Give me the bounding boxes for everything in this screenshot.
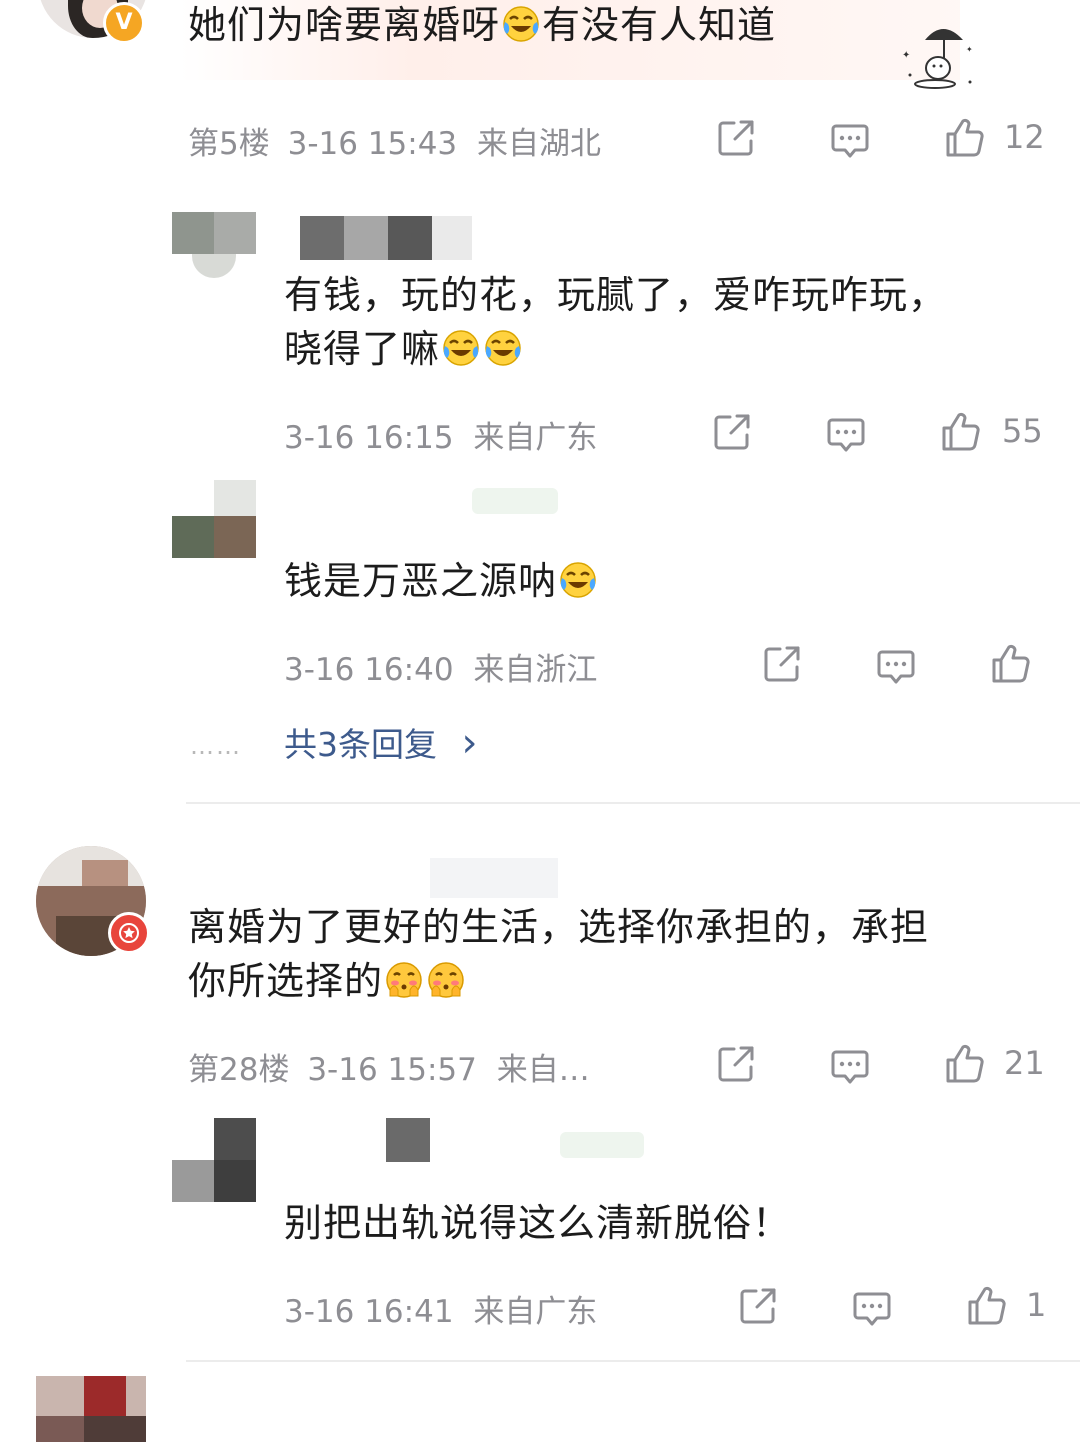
thumbs-up-icon[interactable] [964,1284,1008,1328]
comment-icon[interactable] [828,1044,872,1088]
member-badge [108,912,150,954]
reply-text: 钱是万恶之源呐 [284,554,599,608]
timestamp: 3-16 15:57 [307,1052,477,1088]
svg-text:✦: ✦ [966,45,973,54]
share-icon[interactable] [710,410,754,454]
like-count: 55 [1002,412,1043,450]
thumbs-up-icon[interactable] [942,116,986,160]
thumbs-up-icon[interactable] [988,642,1032,686]
umbrella-doodle-icon: ✦ ✦ [880,20,980,90]
reply-meta: 3-16 16:41 来自广东 [284,1286,597,1331]
crying-laughing-emoji [558,560,598,600]
comment-meta: 第5楼 3-16 15:43 来自湖北 [188,118,601,163]
like-count: 21 [1004,1044,1045,1082]
commenter-username-blurred [430,858,558,898]
comment-text: 她们为啥要离婚呀 有没有人知道 [188,3,777,47]
crying-laughing-emoji [441,328,481,368]
floor-number: 第28楼 [188,1052,290,1088]
thumbs-up-icon[interactable] [942,1042,986,1086]
chevron-right-icon: › [461,720,478,766]
reply-badge-blurred [560,1132,644,1158]
timestamp: 3-16 16:41 [284,1294,454,1330]
reply-meta: 3-16 16:40 来自浙江 [284,644,597,689]
like-count: 12 [1004,118,1045,156]
comment-icon[interactable] [874,644,918,688]
reply-username-blurred [386,1118,430,1162]
shy-emoji [426,960,466,1000]
location: 来自广东 [473,1294,598,1330]
commenter-avatar[interactable] [36,1376,146,1442]
reply-username-blurred [472,488,558,514]
location: 来自浙江 [473,652,598,688]
comment-divider [186,802,1080,804]
reply-text: 有钱，玩的花，玩腻了，爱咋玩咋玩， 晓得了嘛 [284,273,948,371]
location: 来自广东 [473,420,598,456]
reply-avatar[interactable] [172,480,256,564]
verified-badge: V [103,2,145,44]
reply-avatar[interactable] [172,1118,256,1202]
like-count: 1 [1026,1286,1047,1324]
share-icon[interactable] [714,1042,758,1086]
view-all-replies-link[interactable]: 共3条回复 › [284,718,478,766]
reply-text: 别把出轨说得这么清新脱俗！ [284,1201,792,1245]
comment-divider [186,1360,1080,1362]
crying-laughing-emoji [483,328,523,368]
svg-text:✦: ✦ [902,50,910,61]
floor-number: 第5楼 [188,126,270,162]
share-icon[interactable] [760,642,804,686]
comment-text: 离婚为了更好的生活，选择你承担的，承担 你所选择的 [188,905,930,1003]
location: 来自… [496,1052,590,1088]
crying-laughing-emoji [501,4,541,44]
comment-icon[interactable] [828,118,872,162]
shy-emoji [384,960,424,1000]
timestamp: 3-16 15:43 [287,126,458,162]
timestamp: 3-16 16:15 [284,420,454,456]
timestamp: 3-16 16:40 [284,652,454,688]
reply-meta: 3-16 16:15 来自广东 [284,412,597,457]
comment-icon[interactable] [824,412,868,456]
thumbs-up-icon[interactable] [938,410,982,454]
share-icon[interactable] [714,116,758,160]
more-replies-dots: …… [190,732,242,760]
reply-avatar[interactable] [172,196,256,280]
comment-icon[interactable] [850,1286,894,1330]
comment-meta: 第28楼 3-16 15:57 来自… [188,1044,590,1089]
share-icon[interactable] [736,1284,780,1328]
location: 来自湖北 [477,126,601,162]
more-replies-label: 共3条回复 [284,725,437,764]
